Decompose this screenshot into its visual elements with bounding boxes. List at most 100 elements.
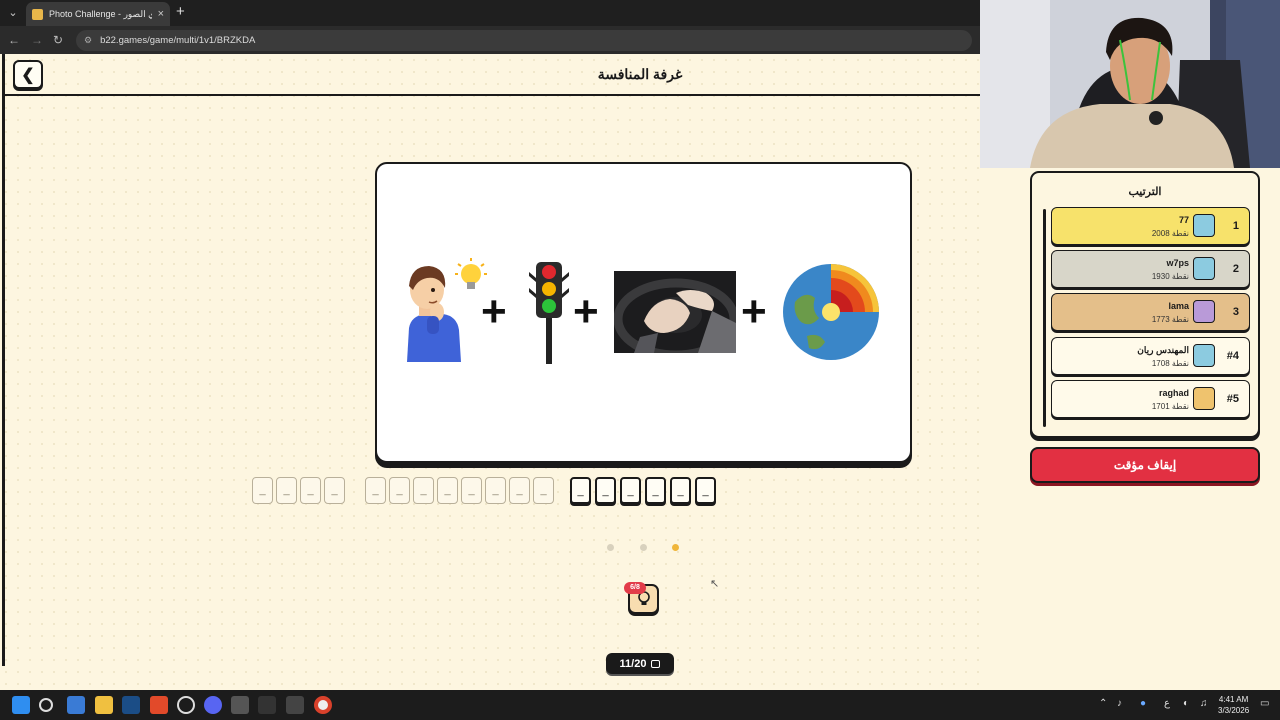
player-rank: 1	[1232, 220, 1239, 232]
player-avatar	[1193, 300, 1215, 323]
new-tab-icon[interactable]: +	[176, 3, 185, 21]
network-icon[interactable]: ◐	[1183, 698, 1189, 709]
photos-icon[interactable]	[67, 696, 85, 714]
letter-slot[interactable]: _	[695, 477, 716, 504]
hint-count-badge: 6/8	[624, 582, 646, 594]
letter-slot[interactable]: _	[670, 477, 691, 504]
pagination-dot[interactable]	[672, 544, 679, 551]
letter-slot[interactable]: _	[437, 477, 458, 504]
site-info-icon[interactable]: ⚙	[84, 35, 92, 46]
player-rank: 2	[1232, 263, 1239, 275]
app2-icon[interactable]	[286, 696, 304, 714]
counter-text: 11/20	[619, 657, 647, 670]
tab-close-icon[interactable]: ×	[158, 8, 164, 20]
letter-slot[interactable]: _	[485, 477, 506, 504]
tab-title: Photo Challenge - تحدي الصور	[49, 8, 152, 19]
clock-time: 4:41 AM	[1218, 695, 1249, 704]
obs-icon[interactable]	[177, 696, 195, 714]
letter-slot[interactable]: _	[461, 477, 482, 504]
player-score: 1930 نقطة	[1151, 272, 1189, 281]
thinking-boy-image	[407, 258, 487, 362]
browser-tab-bar: ⌄ Photo Challenge - تحدي الصور × +	[0, 0, 980, 26]
notification-icon[interactable]: ▭	[1260, 698, 1269, 709]
player-avatar	[1193, 214, 1215, 237]
chrome-icon[interactable]	[314, 696, 332, 714]
player-avatar	[1193, 387, 1215, 410]
app-icon[interactable]	[258, 696, 276, 714]
image-icon	[651, 659, 661, 668]
player-avatar	[1193, 257, 1215, 280]
address-bar: ← → ↻ ⚙ b22.games/game/multi/1v1/BRZKDA	[0, 26, 980, 54]
tab-search-icon[interactable]: ⌄	[4, 5, 22, 21]
browser-tab[interactable]: Photo Challenge - تحدي الصور ×	[26, 2, 170, 26]
letter-slot[interactable]: _	[252, 477, 273, 504]
letter-slot[interactable]: _	[595, 477, 616, 504]
letter-slot[interactable]: _	[620, 477, 641, 504]
webcam-overlay	[980, 0, 1280, 168]
volume-icon[interactable]: ♪	[1117, 698, 1122, 709]
brave-icon[interactable]	[150, 696, 168, 714]
traffic-light-image	[529, 262, 569, 364]
system-clock[interactable]: 4:41 AM 3/3/2026	[1218, 694, 1249, 716]
player-name: w7ps	[1166, 258, 1189, 268]
leaderboard-row: 3 lama 1773 نقطة	[1051, 293, 1250, 331]
player-name: 77	[1178, 215, 1189, 225]
plus-sign-3: +	[741, 287, 767, 336]
letter-slot[interactable]: _	[533, 477, 554, 504]
steam-icon[interactable]	[122, 696, 140, 714]
player-name: lama	[1168, 301, 1189, 311]
letter-slot[interactable]: _	[276, 477, 297, 504]
plus-sign-2: +	[573, 287, 599, 336]
question-counter: 11/20	[606, 653, 674, 674]
mouse-cursor-icon: ↖	[710, 578, 720, 590]
player-score: 1708 نقطة	[1151, 359, 1189, 368]
earth-core-image	[783, 264, 879, 360]
pagination-dot[interactable]	[607, 544, 614, 551]
leaderboard-row: 2 w7ps 1930 نقطة	[1051, 250, 1250, 288]
unity-icon[interactable]	[231, 696, 249, 714]
file-explorer-icon[interactable]	[95, 696, 113, 714]
letter-slot[interactable]: _	[570, 477, 591, 504]
puzzle-card: + + +	[375, 162, 912, 463]
leaderboard-row: #4 المهندس ريان 1708 نقطة	[1051, 337, 1250, 375]
pause-button[interactable]: إيقاف مؤقت	[1030, 447, 1260, 483]
windows-taskbar: ⌃ ♪ ● ع ◐ ♫ 4:41 AM 3/3/2026 ▭	[0, 690, 1280, 720]
mic-icon[interactable]: ●	[1140, 698, 1146, 709]
leaderboard-row: #5 raghad 1701 نقطة	[1051, 380, 1250, 418]
letter-slot[interactable]: _	[413, 477, 434, 504]
webcam-image	[980, 0, 1280, 168]
letter-slot[interactable]: _	[300, 477, 321, 504]
search-icon[interactable]	[39, 698, 53, 712]
discord-icon[interactable]	[204, 696, 222, 714]
url-field[interactable]: ⚙ b22.games/game/multi/1v1/BRZKDA	[76, 30, 972, 51]
back-nav-icon[interactable]: ←	[8, 32, 20, 48]
letter-slot[interactable]: _	[645, 477, 666, 504]
player-rank: #5	[1226, 393, 1239, 405]
back-button[interactable]: ❮	[13, 60, 43, 89]
player-avatar	[1193, 344, 1215, 367]
pagination-dot[interactable]	[640, 544, 647, 551]
start-icon[interactable]	[12, 696, 30, 714]
tray-chevron-icon[interactable]: ⌃	[1099, 698, 1107, 709]
leaderboard-scrollbar[interactable]	[1043, 209, 1046, 427]
clock-date: 3/3/2026	[1218, 706, 1250, 715]
language-indicator[interactable]: ع	[1164, 698, 1170, 709]
player-rank: #4	[1226, 350, 1239, 362]
player-name: raghad	[1158, 388, 1189, 398]
player-score: 2008 نقطة	[1151, 229, 1189, 238]
game-page: ❮ غرفة المنافسة + + + _ _ _ _ _ _ _ _ _ …	[0, 54, 980, 690]
leaderboard-panel: الترتيب 1 77 2008 نقطة 2 w7ps 1930 نقطة 3 lama 1…	[1030, 171, 1260, 438]
lightbulb-icon	[455, 258, 487, 289]
letter-slot[interactable]: _	[389, 477, 410, 504]
speaker-icon[interactable]: ♫	[1200, 698, 1208, 709]
reload-icon[interactable]: ↻	[53, 32, 63, 48]
leaderboard-title: الترتيب	[1128, 186, 1162, 198]
letter-slot[interactable]: _	[324, 477, 345, 504]
forward-nav-icon[interactable]: →	[31, 32, 43, 48]
url-text: b22.games/game/multi/1v1/BRZKDA	[100, 35, 256, 46]
player-score: 1773 نقطة	[1151, 315, 1189, 324]
letter-slot[interactable]: _	[365, 477, 386, 504]
favicon-icon	[32, 8, 43, 20]
letter-slot[interactable]: _	[509, 477, 530, 504]
player-score: 1701 نقطة	[1151, 402, 1189, 411]
